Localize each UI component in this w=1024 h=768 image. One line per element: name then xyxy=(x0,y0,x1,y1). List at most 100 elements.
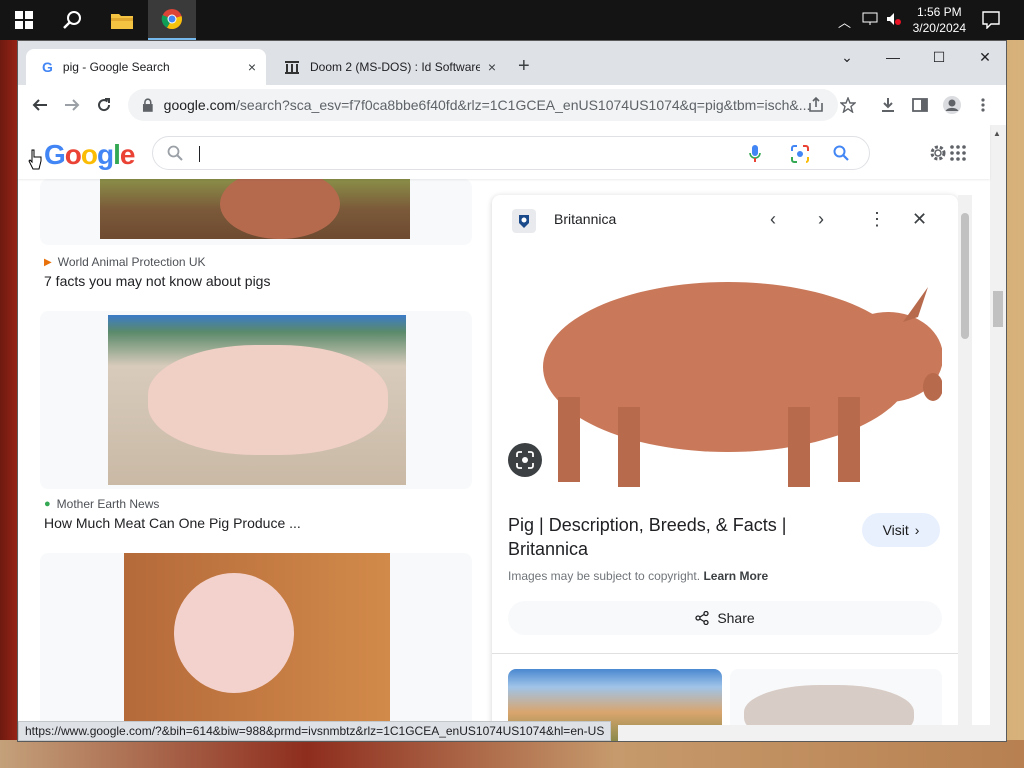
preview-source[interactable]: Britannica xyxy=(554,211,616,227)
learn-more-link[interactable]: Learn More xyxy=(703,569,768,583)
taskbar: ︿ 1:56 PM 3/20/2024 xyxy=(0,0,1024,40)
file-explorer-button[interactable] xyxy=(98,0,146,40)
chrome-icon xyxy=(161,9,182,30)
status-bar: https://www.google.com/?&bih=614&biw=988… xyxy=(18,721,612,741)
pig-image xyxy=(543,282,943,487)
chevron-right-icon: › xyxy=(914,522,920,538)
download-icon[interactable] xyxy=(880,97,896,113)
image-result-card[interactable] xyxy=(40,553,472,741)
next-icon[interactable]: › xyxy=(818,209,824,230)
minimize-button[interactable]: — xyxy=(870,41,916,73)
search-icon xyxy=(63,11,81,29)
search-icon xyxy=(167,145,183,161)
new-tab-button[interactable]: + xyxy=(518,55,530,78)
scroll-up-icon[interactable]: ▲ xyxy=(993,129,1001,138)
maximize-button[interactable]: ☐ xyxy=(916,41,962,73)
lock-icon xyxy=(142,98,153,112)
result-source[interactable]: ▶ World Animal Protection UK xyxy=(44,255,206,269)
network-icon[interactable] xyxy=(862,12,878,26)
search-taskbar-button[interactable] xyxy=(48,0,96,40)
url-host: google.com xyxy=(163,97,237,113)
pig-photo-3 xyxy=(124,553,390,741)
desktop-background-bottom xyxy=(0,740,1024,768)
image-results: ▶ World Animal Protection UK 7 facts you… xyxy=(18,179,488,741)
url-path: /search?sca_esv=f7f0ca8bbe6f40fd&rlz=1C1… xyxy=(236,97,811,113)
result-title[interactable]: How Much Meat Can One Pig Produce ... xyxy=(44,515,301,531)
forward-arrow-icon xyxy=(65,99,80,111)
tab-close-icon[interactable]: × xyxy=(488,59,496,75)
visit-label: Visit xyxy=(882,522,909,538)
back-arrow-icon xyxy=(32,99,47,111)
address-bar[interactable]: google.com /search?sca_esv=f7f0ca8bbe6f4… xyxy=(128,89,838,121)
google-header: Google xyxy=(18,125,990,179)
image-result-card[interactable] xyxy=(40,311,472,489)
close-window-button[interactable]: ✕ xyxy=(962,41,1008,73)
page-scroll-thumb[interactable] xyxy=(993,291,1003,327)
reload-icon xyxy=(98,98,111,112)
page-scrollbar[interactable]: ▲ xyxy=(990,125,1006,741)
volume-muted-icon[interactable] xyxy=(886,12,902,26)
preview-scrollbar[interactable] xyxy=(958,195,972,741)
copyright-text: Images may be subject to copyright. xyxy=(508,569,701,583)
side-panel-icon[interactable] xyxy=(912,97,928,113)
share-icon xyxy=(695,611,709,625)
clock-time: 1:56 PM xyxy=(916,5,962,19)
britannica-logo-icon xyxy=(512,209,536,233)
preview-header: Britannica ‹ › ⋮ ✕ xyxy=(492,195,958,247)
panel-divider xyxy=(492,653,958,654)
taskbar-clock[interactable]: 1:56 PM 3/20/2024 xyxy=(913,4,966,36)
profile-avatar-icon[interactable] xyxy=(942,95,962,115)
chrome-taskbar-button[interactable] xyxy=(148,0,196,40)
globe-favicon-icon: ● xyxy=(44,498,51,510)
source-name: World Animal Protection UK xyxy=(57,255,206,269)
visit-button[interactable]: Visit › xyxy=(862,513,940,547)
previous-icon[interactable]: ‹ xyxy=(770,209,776,230)
notification-icon[interactable] xyxy=(982,11,1000,29)
horizontal-scrollbar[interactable] xyxy=(618,725,990,741)
image-result-card[interactable] xyxy=(40,179,472,245)
lens-search-button[interactable] xyxy=(508,443,542,477)
tab-google-search[interactable]: G pig - Google Search × xyxy=(26,49,266,85)
google-lens-icon[interactable] xyxy=(791,145,809,163)
tab-close-icon[interactable]: × xyxy=(248,59,256,75)
microphone-icon[interactable] xyxy=(749,144,761,164)
preview-scroll-thumb[interactable] xyxy=(961,213,969,339)
tab-title: Doom 2 (MS-DOS) : Id Software : xyxy=(310,60,480,74)
tab-doom2[interactable]: Doom 2 (MS-DOS) : Id Software : × xyxy=(268,49,506,85)
source-name: Mother Earth News xyxy=(56,497,160,511)
pig-photo-2 xyxy=(108,315,406,485)
share-button[interactable]: Share xyxy=(508,601,942,635)
more-options-icon[interactable]: ⋮ xyxy=(868,209,886,230)
bookmark-star-icon[interactable] xyxy=(840,97,856,113)
chrome-window: G pig - Google Search × Doom 2 (MS-DOS) … xyxy=(17,40,1007,742)
result-title[interactable]: 7 facts you may not know about pigs xyxy=(44,273,270,289)
more-menu-icon[interactable] xyxy=(980,97,986,113)
apps-grid-icon[interactable] xyxy=(950,145,966,161)
google-logo[interactable]: Google xyxy=(44,139,135,171)
share-page-icon[interactable] xyxy=(808,97,824,113)
chevron-up-icon[interactable]: ︿ xyxy=(838,12,851,31)
back-button[interactable] xyxy=(26,91,54,119)
reload-button[interactable] xyxy=(90,91,118,119)
mouse-cursor-icon xyxy=(28,149,42,170)
close-preview-icon[interactable]: ✕ xyxy=(912,209,927,230)
archive-favicon-icon xyxy=(285,61,299,74)
play-favicon-icon: ▶ xyxy=(44,256,52,268)
result-source[interactable]: ● Mother Earth News xyxy=(44,497,159,511)
tab-search-button[interactable]: ⌄ xyxy=(824,41,870,73)
image-preview-panel: Britannica ‹ › ⋮ ✕ Pig | Description, Br… xyxy=(492,195,958,741)
forward-button[interactable] xyxy=(58,91,86,119)
browser-toolbar: google.com /search?sca_esv=f7f0ca8bbe6f4… xyxy=(18,85,1006,125)
tab-strip: G pig - Google Search × Doom 2 (MS-DOS) … xyxy=(18,41,1006,85)
start-button[interactable] xyxy=(0,0,48,40)
search-submit-icon[interactable] xyxy=(833,145,849,161)
page-content: Google ▶ World Animal Protection UK 7 fa… xyxy=(18,125,1006,741)
google-favicon-icon: G xyxy=(42,59,53,75)
settings-gear-icon[interactable] xyxy=(928,143,948,163)
google-search-box[interactable] xyxy=(152,136,870,170)
tab-title: pig - Google Search xyxy=(62,60,170,74)
preview-title[interactable]: Pig | Description, Breeds, & Facts | Bri… xyxy=(508,513,828,561)
preview-image[interactable] xyxy=(508,247,943,497)
clock-date: 3/20/2024 xyxy=(912,21,966,35)
windows-icon xyxy=(15,11,33,29)
